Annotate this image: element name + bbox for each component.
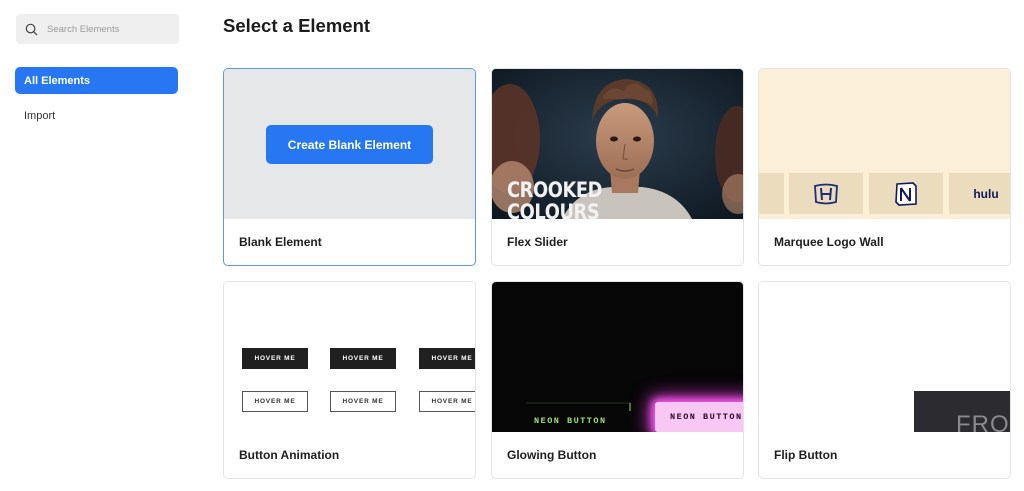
logo-tile <box>869 173 943 214</box>
logo-tile: hulu <box>949 173 1010 214</box>
search-box[interactable] <box>16 14 179 44</box>
caption-line: COLOURS <box>507 200 600 219</box>
card-label: Flip Button <box>774 448 838 462</box>
element-card-marquee-logo-wall[interactable]: hulu Marquee Logo Wall <box>758 68 1011 266</box>
sidebar-item-label: All Elements <box>24 74 91 87</box>
card-thumbnail: HOVER ME HOVER ME HOVER ME HOVER ME HOVE… <box>224 282 475 432</box>
element-card-button-animation[interactable]: HOVER ME HOVER ME HOVER ME HOVER ME HOVE… <box>223 281 476 479</box>
neon-pink-button: NEON BUTTON <box>655 402 743 432</box>
card-label: Glowing Button <box>507 448 597 462</box>
slide-caption: CROOKED COLOURS <box>507 179 602 219</box>
flip-demo-text: FRO <box>956 411 1010 432</box>
sidebar-item-all-elements[interactable]: All Elements <box>15 67 178 94</box>
card-thumbnail: Create Blank Element <box>224 69 475 219</box>
demo-button: HOVER ME <box>330 391 396 412</box>
demo-button: HOVER ME <box>330 348 396 369</box>
logo-tile <box>759 173 784 214</box>
demo-button: HOVER ME <box>419 391 475 412</box>
card-label: Blank Element <box>239 235 322 249</box>
create-blank-element-button[interactable]: Create Blank Element <box>266 125 433 164</box>
notion-logo-icon <box>895 181 917 206</box>
neon-green-text: NEON BUTTON <box>534 416 607 426</box>
card-thumbnail: CROOKED COLOURS <box>492 69 743 219</box>
card-label: Button Animation <box>239 448 340 462</box>
sidebar-item-label: Import <box>24 109 56 122</box>
element-card-flip-button[interactable]: FRO Flip Button <box>758 281 1011 479</box>
demo-button: HOVER ME <box>242 391 308 412</box>
page-title: Select a Element <box>223 15 371 36</box>
search-input[interactable] <box>47 23 167 35</box>
card-label: Flex Slider <box>507 235 568 249</box>
sidebar: All Elements Import <box>0 0 195 491</box>
logo-tile <box>789 173 863 214</box>
caption-line: CROOKED <box>507 178 603 202</box>
flip-demo-box: FRO <box>914 391 1010 432</box>
demo-button: HOVER ME <box>242 348 308 369</box>
card-thumbnail: hulu <box>759 69 1010 219</box>
element-card-flex-slider[interactable]: CROOKED COLOURS Flex Slider <box>491 68 744 266</box>
sidebar-item-import[interactable]: Import <box>15 102 178 129</box>
demo-button: HOVER ME <box>419 348 475 369</box>
card-thumbnail: FRO <box>759 282 1010 432</box>
honda-logo-icon <box>814 183 838 204</box>
hulu-logo: hulu <box>973 186 999 201</box>
element-card-glowing-button[interactable]: NEON BUTTON NEON BUTTON Glowing Button <box>491 281 744 479</box>
search-icon <box>25 23 38 35</box>
element-card-blank[interactable]: Create Blank Element Blank Element <box>223 68 476 266</box>
card-thumbnail: NEON BUTTON NEON BUTTON <box>492 282 743 432</box>
card-label: Marquee Logo Wall <box>774 235 884 249</box>
